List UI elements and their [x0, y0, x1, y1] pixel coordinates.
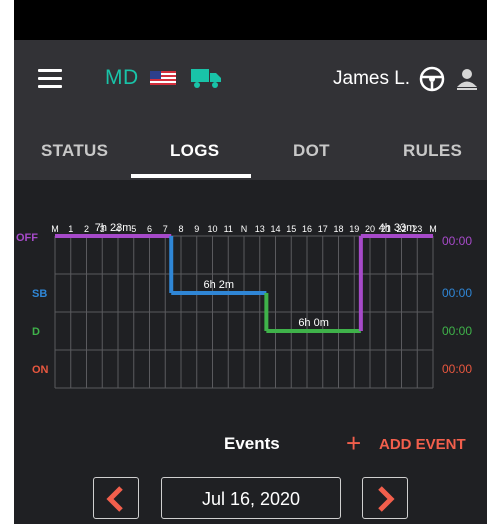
row-total-d: 00:00 — [442, 324, 472, 338]
hour-label: 20 — [365, 224, 375, 234]
hour-label: 18 — [333, 224, 343, 234]
hour-label: 5 — [131, 224, 136, 234]
tab-dot[interactable]: DOT — [293, 141, 330, 161]
segment-duration-label: 4h 33m — [379, 222, 416, 234]
segment-duration-label: 6h 0m — [298, 317, 329, 329]
chevron-right-icon — [378, 486, 395, 512]
status-bar — [14, 0, 487, 40]
tab-bar: STATUS LOGS DOT RULES — [14, 122, 487, 180]
state-label: MD — [105, 66, 139, 89]
tab-rules[interactable]: RULES — [403, 141, 462, 161]
chevron-left-icon — [106, 486, 123, 512]
us-flag-icon — [150, 71, 176, 85]
hour-label: 1 — [68, 224, 73, 234]
hour-label: 16 — [302, 224, 312, 234]
hour-label: N — [241, 224, 248, 234]
hour-label: 10 — [207, 224, 217, 234]
hour-label: 6 — [147, 224, 152, 234]
hour-label: 8 — [178, 224, 183, 234]
log-grid-chart: M 1 2 3 4 5 6 7 8 9 10 11 N 13 14 15 16 17 18 19 20 21 22 23 MOF… — [16, 222, 472, 389]
next-day-button[interactable] — [362, 477, 408, 519]
hour-label: 7 — [163, 224, 168, 234]
active-tab-indicator — [131, 174, 251, 178]
row-total-on: 00:00 — [442, 362, 472, 376]
truck-icon — [191, 69, 221, 88]
current-date: Jul 16, 2020 — [201, 489, 301, 509]
hour-label: 11 — [224, 224, 233, 234]
steering-wheel-icon[interactable] — [419, 66, 445, 92]
driver-name: James L. — [333, 68, 411, 89]
hour-label: M — [51, 224, 59, 234]
segment-duration-label: 6h 2m — [204, 279, 235, 291]
hour-label: 9 — [194, 224, 199, 234]
row-label-off: OFF — [16, 232, 38, 244]
hour-label: 17 — [318, 224, 328, 234]
hamburger-menu-icon[interactable] — [38, 69, 62, 89]
app-header: MD James L. — [14, 40, 487, 122]
previous-day-button[interactable] — [93, 477, 139, 519]
row-total-off: 00:00 — [442, 234, 472, 248]
events-row: Events + ADD EVENT — [14, 420, 487, 460]
events-label: Events — [224, 434, 280, 453]
hour-label: M — [429, 224, 437, 234]
hour-label: 14 — [270, 224, 280, 234]
row-total-sb: 00:00 — [442, 286, 472, 300]
driver-person-icon[interactable] — [454, 66, 480, 92]
date-selector[interactable]: Jul 16, 2020 — [161, 477, 341, 519]
app-screen: MD James L. STATUS LOGS DOT RULES M 1 2 … — [14, 0, 487, 524]
segment-duration-label: 7h 23m — [95, 222, 132, 234]
row-label-on: ON — [32, 364, 49, 376]
row-label-d: D — [32, 326, 40, 338]
hour-label: 13 — [255, 224, 265, 234]
tab-status[interactable]: STATUS — [41, 141, 108, 161]
row-label-sb: SB — [32, 288, 47, 300]
hour-label: 19 — [349, 224, 359, 234]
tab-logs[interactable]: LOGS — [170, 141, 219, 161]
hour-label: 2 — [84, 224, 89, 234]
hour-label: 15 — [286, 224, 296, 234]
add-event-label: ADD EVENT — [379, 436, 466, 453]
plus-icon: + — [346, 428, 362, 458]
